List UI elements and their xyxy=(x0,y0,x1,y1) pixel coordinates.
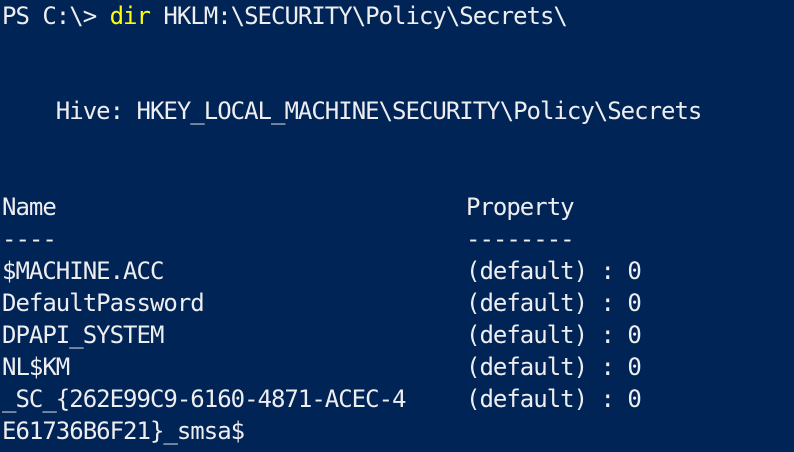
command-keyword: dir xyxy=(109,2,151,30)
row-name: NL$KM xyxy=(2,353,70,381)
table-row: E61736B6F21}_smsa$ xyxy=(0,415,794,447)
row-name: DPAPI_SYSTEM xyxy=(2,321,164,349)
table-row: $MACHINE.ACC (default) : 0 xyxy=(0,255,794,287)
row-property: (default) : 0 xyxy=(466,385,642,413)
row-name: _SC_{262E99C9-6160-4871-ACEC-4 xyxy=(2,385,406,413)
table-row: _SC_{262E99C9-6160-4871-ACEC-4 (default)… xyxy=(0,383,794,415)
prompt-line: PS C:\> dir HKLM:\SECURITY\Policy\Secret… xyxy=(2,0,568,32)
table-separator-row: ---- -------- xyxy=(0,223,794,255)
row-name: $MACHINE.ACC xyxy=(2,257,164,285)
separator-property: -------- xyxy=(466,225,575,253)
row-name-continuation: E61736B6F21}_smsa$ xyxy=(2,417,245,445)
hive-path: HKEY_LOCAL_MACHINE\SECURITY\Policy\Secre… xyxy=(136,97,703,125)
header-property: Property xyxy=(466,193,575,221)
row-name: DefaultPassword xyxy=(2,289,205,317)
row-property: (default) : 0 xyxy=(466,353,642,381)
hive-label: Hive: xyxy=(2,97,137,125)
table-row: DefaultPassword (default) : 0 xyxy=(0,287,794,319)
header-name: Name xyxy=(2,193,57,221)
table-header-row: Name Property xyxy=(0,191,794,223)
row-property: (default) : 0 xyxy=(466,289,642,317)
powershell-console[interactable]: PS C:\> dir HKLM:\SECURITY\Policy\Secret… xyxy=(0,0,794,452)
table-row: NL$KM (default) : 0 xyxy=(0,351,794,383)
command-argument: HKLM:\SECURITY\Policy\Secrets\ xyxy=(149,2,567,30)
prompt-prefix: PS C:\> xyxy=(2,2,110,30)
separator-name: ---- xyxy=(2,225,57,253)
hive-line: Hive: HKEY_LOCAL_MACHINE\SECURITY\Policy… xyxy=(2,95,703,127)
row-property: (default) : 0 xyxy=(466,257,642,285)
row-property: (default) : 0 xyxy=(466,321,642,349)
table-row: DPAPI_SYSTEM (default) : 0 xyxy=(0,319,794,351)
